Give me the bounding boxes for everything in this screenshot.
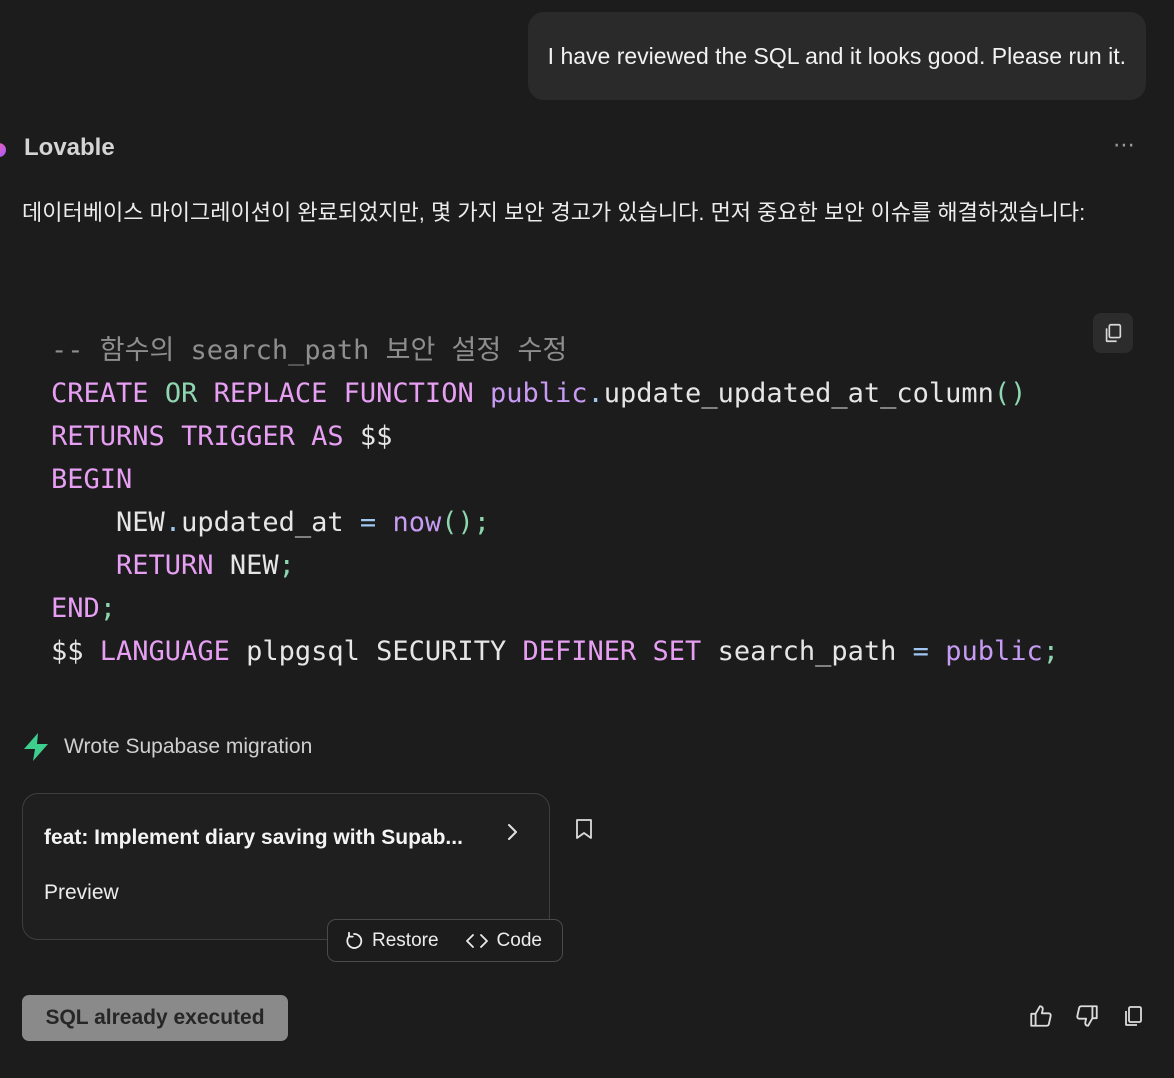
code-function-name: update_updated_at_column [603, 378, 994, 409]
copy-icon [1105, 323, 1122, 343]
feedback-actions [1008, 1002, 1146, 1030]
restore-label: Restore [372, 929, 439, 951]
code-comment: -- 함수의 search_path 보안 설정 수정 [51, 335, 568, 366]
chevron-right-icon[interactable] [505, 822, 519, 847]
user-message-text: I have reviewed the SQL and it looks goo… [547, 42, 1126, 69]
sql-executed-button[interactable]: SQL already executed [22, 995, 288, 1041]
sql-code-block: -- 함수의 search_path 보안 설정 수정 CREATE OR RE… [51, 335, 1059, 667]
assistant-message-text: 데이터베이스 마이그레이션이 완료되었지만, 몇 가지 보안 경고가 있습니다.… [22, 200, 1086, 225]
thumbs-up-icon[interactable] [1028, 1002, 1054, 1030]
restore-icon [346, 931, 363, 949]
code-label: Code [496, 929, 542, 951]
restore-button[interactable]: Restore [344, 930, 439, 952]
code-keyword: RETURN [116, 550, 214, 581]
code-keyword: END [51, 593, 100, 624]
more-options-button[interactable]: ⋯ [1113, 132, 1136, 158]
code-schema: public [489, 378, 588, 409]
code-icon [465, 933, 488, 948]
assistant-name: Lovable [24, 134, 115, 161]
code-keyword: FUNCTION [343, 378, 474, 409]
code-keyword: OR [164, 378, 198, 409]
thumbs-down-icon[interactable] [1074, 1002, 1100, 1030]
code-keyword: CREATE [51, 378, 149, 409]
bookmark-icon[interactable] [574, 818, 594, 845]
chat-view: I have reviewed the SQL and it looks goo… [0, 0, 1174, 1078]
assistant-header: Lovable ⋯ [0, 132, 1174, 168]
code-keyword: TRIGGER [181, 421, 295, 452]
copy-icon[interactable] [1120, 1002, 1146, 1030]
code-keyword: SET [652, 636, 702, 667]
tool-call-row: Wrote Supabase migration [22, 732, 312, 762]
commit-title: feat: Implement diary saving with Supab.… [44, 826, 463, 849]
code-keyword: BEGIN [51, 464, 133, 495]
code-button[interactable]: Code [465, 930, 542, 952]
code-keyword: LANGUAGE [99, 636, 230, 667]
code-keyword: AS [311, 421, 344, 452]
tool-call-label: Wrote Supabase migration [64, 735, 313, 758]
assistant-avatar [0, 143, 6, 157]
commit-card[interactable]: feat: Implement diary saving with Supab.… [22, 793, 550, 940]
code-keyword: DEFINER [522, 636, 637, 667]
bolt-icon [24, 733, 48, 761]
copy-code-button[interactable] [1093, 313, 1133, 353]
user-message-bubble: I have reviewed the SQL and it looks goo… [527, 12, 1146, 100]
code-keyword: RETURNS [51, 421, 165, 452]
commit-actions: Restore Code [327, 919, 563, 962]
code-keyword: REPLACE [213, 378, 328, 409]
preview-link[interactable]: Preview [44, 881, 119, 905]
